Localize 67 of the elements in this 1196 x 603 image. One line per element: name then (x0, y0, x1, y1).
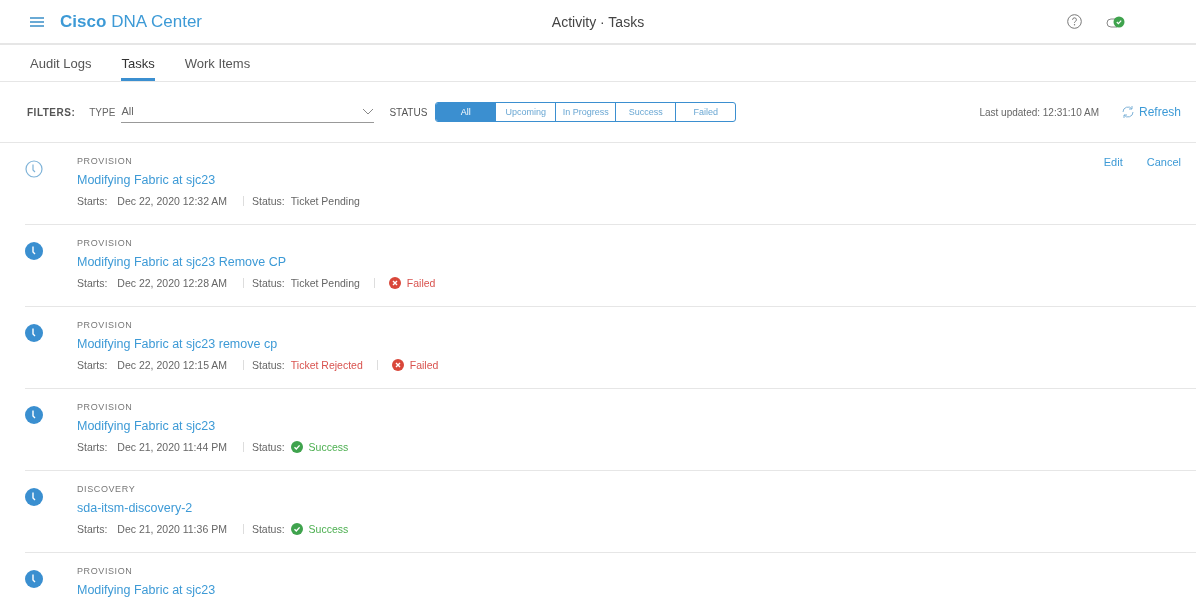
help-icon[interactable] (1067, 14, 1082, 29)
check-icon (290, 441, 303, 453)
check-icon (290, 523, 303, 535)
result-status: Success (308, 441, 349, 453)
filters-label: FILTERS: (27, 106, 76, 118)
task-title-link[interactable]: Modifying Fabric at sjc23 remove cp (77, 337, 278, 351)
ticket-status: Ticket Pending (290, 195, 360, 207)
status-option[interactable]: Upcoming (495, 103, 556, 121)
status-label: STATUS (389, 106, 428, 118)
result-status: Failed (406, 277, 436, 289)
task-category: PROVISION (77, 402, 134, 412)
task-title-link[interactable]: sda-itsm-discovery-2 (77, 501, 193, 515)
task-title-link[interactable]: Modifying Fabric at sjc23 (77, 173, 216, 187)
ticket-status: Ticket Pending (290, 277, 360, 289)
start-time: Dec 22, 2020 12:32 AM (117, 195, 228, 207)
chevron-down-icon (362, 107, 375, 115)
task-category: PROVISION (77, 320, 134, 330)
menu-icon[interactable] (30, 15, 44, 28)
status-label: Status: (252, 359, 285, 371)
result-status: Success (308, 523, 349, 535)
tab[interactable]: Tasks (121, 45, 155, 81)
error-icon (388, 277, 401, 289)
page-title: Activity · Tasks (551, 13, 645, 30)
starts-label: Starts: (77, 359, 108, 371)
cloud-status-icon[interactable] (1106, 14, 1126, 29)
task-category: DISCOVERY (77, 484, 137, 494)
clock-icon (25, 406, 43, 424)
status-option[interactable]: Success (615, 103, 676, 121)
tab[interactable]: Work Items (184, 45, 251, 81)
status-label: Status: (251, 441, 285, 453)
starts-label: Starts: (77, 195, 108, 207)
starts-label: Starts: (77, 523, 108, 535)
task-action-link[interactable]: Edit (1103, 156, 1123, 224)
status-option[interactable]: In Progress (555, 103, 616, 121)
app-logo[interactable]: Cisco DNA Center (60, 11, 202, 32)
clock-icon (25, 160, 43, 178)
type-dropdown[interactable]: All (121, 101, 375, 123)
clock-icon (25, 324, 43, 342)
result-status: Failed (409, 359, 439, 371)
status-label: Status: (251, 523, 285, 535)
status-label: Status: (252, 277, 285, 289)
type-label: TYPE (89, 106, 116, 118)
clock-icon (25, 570, 43, 588)
task-category: PROVISION (77, 156, 134, 166)
status-option[interactable]: All (436, 103, 496, 121)
clock-icon (25, 488, 43, 506)
error-icon (391, 359, 404, 371)
clock-icon (25, 242, 43, 260)
status-label: Status: (252, 195, 285, 207)
starts-label: Starts: (77, 277, 108, 289)
last-updated-text: Last updated: 12:31:10 AM (979, 106, 1099, 118)
task-title-link[interactable]: Modifying Fabric at sjc23 Remove CP (77, 255, 287, 269)
task-title-link[interactable]: Modifying Fabric at sjc23 (77, 583, 216, 597)
start-time: Dec 22, 2020 12:15 AM (117, 359, 228, 371)
refresh-link[interactable]: Refresh (1120, 105, 1181, 119)
start-time: Dec 21, 2020 11:44 PM (117, 441, 227, 453)
starts-label: Starts: (77, 441, 108, 453)
status-option[interactable]: Failed (675, 103, 736, 121)
refresh-icon (1120, 105, 1135, 119)
task-category: PROVISION (77, 238, 134, 248)
tab[interactable]: Audit Logs (30, 45, 92, 81)
task-title-link[interactable]: Modifying Fabric at sjc23 (77, 419, 216, 433)
task-action-link[interactable]: Cancel (1146, 156, 1181, 224)
start-time: Dec 22, 2020 12:28 AM (117, 277, 228, 289)
task-category: PROVISION (77, 566, 134, 576)
start-time: Dec 21, 2020 11:36 PM (117, 523, 227, 535)
ticket-status: Ticket Rejected (290, 359, 363, 371)
